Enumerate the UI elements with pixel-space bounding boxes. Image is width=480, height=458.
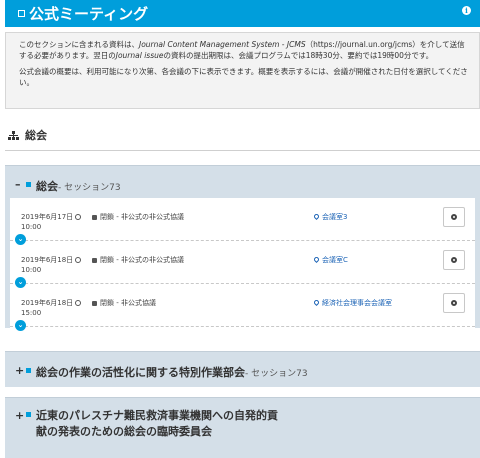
bullet-square-icon — [26, 368, 31, 373]
expand-icon[interactable]: + — [15, 408, 24, 424]
meeting-list: 2019年6月17日 10:00 閉鎖 - 非公式の非公式協議 会議室3 ⌄ 2… — [10, 198, 475, 331]
gear-icon — [451, 214, 457, 220]
lock-icon — [92, 258, 97, 263]
meeting-time: 10:00 — [21, 223, 42, 231]
accordion-header-working-group[interactable]: + 総会の作業の活性化に関する特別作業部会 - セッション73 — [5, 351, 480, 387]
bullet-square-icon — [26, 182, 31, 187]
meeting-row: 2019年6月18日 15:00 閉鎖 - 非公式協議 経済社会理事会会議室 ⌄ — [10, 287, 475, 331]
divider — [5, 150, 480, 151]
accordion-session: - セッション73 — [58, 183, 121, 193]
accordion-body: 2019年6月17日 10:00 閉鎖 - 非公式の非公式協議 会議室3 ⌄ 2… — [5, 198, 480, 331]
meeting-time: 10:00 — [21, 266, 42, 274]
section-title: 総会 — [25, 129, 47, 142]
meeting-room-link[interactable]: 経済社会理事会会議室 — [312, 298, 392, 308]
notice-box: このセクションに含まれる資料は、Journal Content Manageme… — [5, 32, 480, 109]
settings-button[interactable] — [443, 293, 465, 313]
collapse-icon[interactable]: – — [15, 178, 23, 191]
meeting-date: 2019年6月18日 — [21, 298, 82, 308]
sitemap-icon — [8, 130, 19, 140]
meeting-type: 閉鎖 - 非公式協議 — [92, 298, 156, 308]
chevron-down-icon[interactable]: ⌄ — [15, 320, 26, 331]
meeting-room-link[interactable]: 会議室C — [312, 255, 348, 265]
meeting-type: 閉鎖 - 非公式の非公式協議 — [92, 255, 184, 265]
map-pin-icon — [312, 255, 321, 264]
clock-icon — [75, 214, 82, 220]
clock-icon — [75, 257, 82, 263]
accordion-header-general-assembly[interactable]: – 総会 - セッション73 — [5, 165, 480, 198]
gear-icon — [451, 257, 457, 263]
square-icon — [18, 10, 25, 17]
accordion-title: 総会 — [36, 180, 58, 193]
info-icon[interactable]: i — [462, 6, 471, 15]
settings-button[interactable] — [443, 207, 465, 227]
meeting-time: 15:00 — [21, 309, 42, 317]
page-header: 公式ミーティング i — [5, 0, 480, 27]
notice-paragraph-2: 公式会議の概要は、利用可能になり次第、各会議の下に表示できます。概要を表示するに… — [19, 67, 468, 87]
bullet-square-icon — [26, 412, 31, 417]
expand-icon[interactable]: + — [15, 364, 24, 377]
chevron-down-icon[interactable]: ⌄ — [15, 277, 26, 288]
accordion-header-unrwa-committee[interactable]: + 近東のパレスチナ難民救済事業機関への自発的貢献の発表のための総会の臨時委員会 — [5, 397, 480, 458]
page-title: 公式ミーティング — [29, 5, 149, 23]
meeting-row: 2019年6月18日 閉鎖 - 非公式の非公式協議 10:00 会議室C ⌄ — [10, 244, 475, 288]
meeting-date: 2019年6月17日 — [21, 212, 82, 222]
lock-icon — [92, 301, 97, 306]
gear-icon — [451, 300, 457, 306]
map-pin-icon — [312, 298, 321, 307]
clock-icon — [75, 300, 82, 306]
chevron-down-icon[interactable]: ⌄ — [15, 234, 26, 245]
settings-button[interactable] — [443, 250, 465, 270]
accordion-title: 近東のパレスチナ難民救済事業機関への自発的貢献の発表のための総会の臨時委員会 — [36, 409, 278, 438]
accordion-title: 総会の作業の活性化に関する特別作業部会 — [36, 366, 245, 379]
meeting-type: 閉鎖 - 非公式の非公式協議 — [92, 212, 184, 222]
meeting-room-link[interactable]: 会議室3 — [312, 212, 347, 222]
map-pin-icon — [312, 212, 321, 221]
accordion-session: - セッション73 — [245, 369, 308, 379]
notice-paragraph-1: このセクションに含まれる資料は、Journal Content Manageme… — [19, 40, 465, 60]
meeting-row: 2019年6月17日 10:00 閉鎖 - 非公式の非公式協議 会議室3 ⌄ — [10, 201, 475, 245]
lock-icon — [92, 215, 97, 220]
meeting-date: 2019年6月18日 — [21, 255, 82, 265]
section-heading: 総会 — [8, 127, 47, 143]
